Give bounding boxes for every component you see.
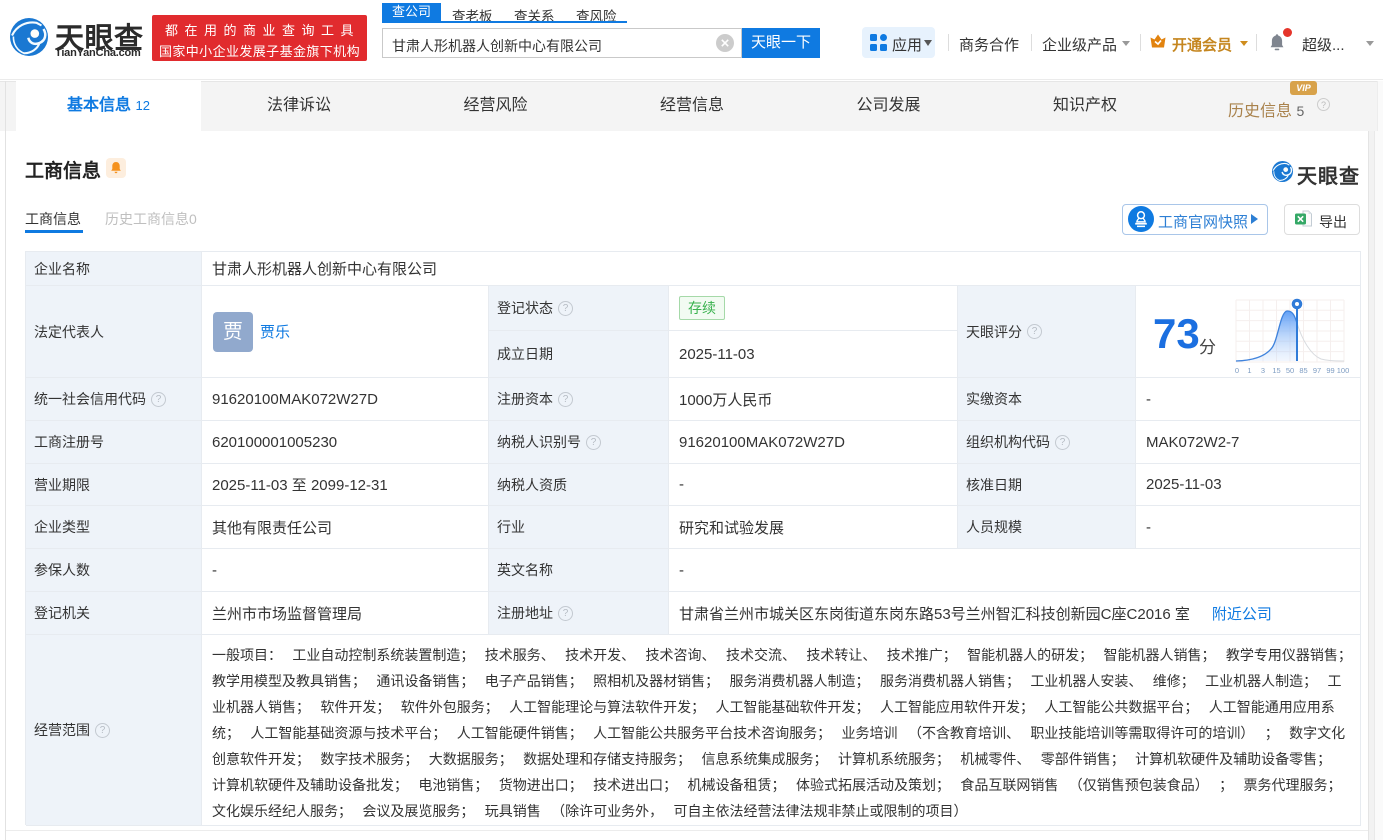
svg-text:15: 15 [1272,366,1280,375]
svg-text:100: 100 [1337,366,1350,375]
svg-text:1: 1 [1247,366,1251,375]
svg-text:97: 97 [1313,366,1321,375]
svg-text:0: 0 [1235,366,1239,375]
svg-text:50: 50 [1286,366,1294,375]
svg-text:99: 99 [1326,366,1334,375]
svg-text:85: 85 [1299,366,1307,375]
svg-text:3: 3 [1261,366,1265,375]
